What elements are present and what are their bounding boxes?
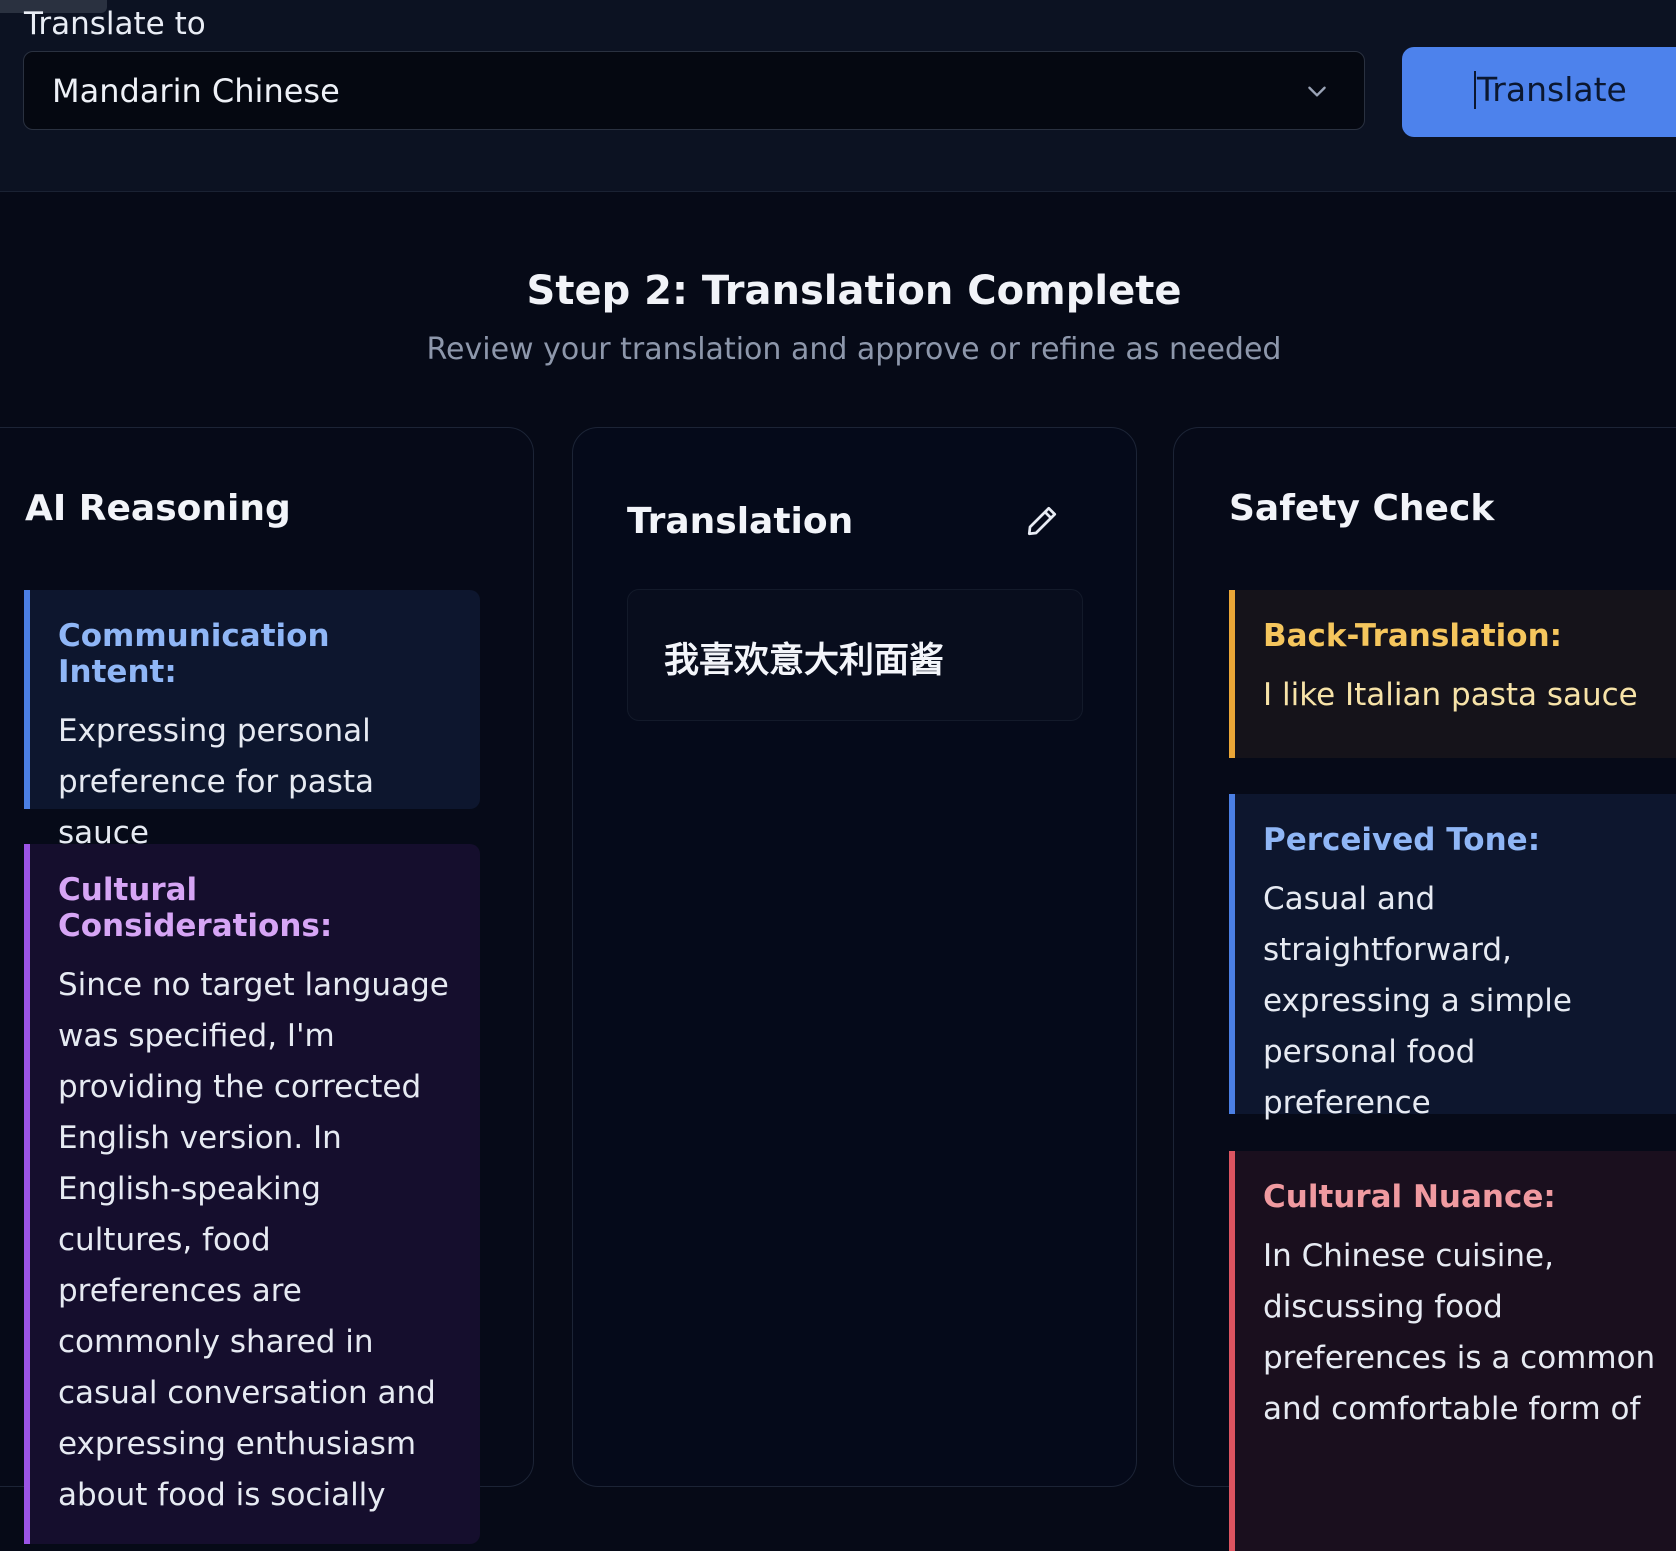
card-heading: Perceived Tone: [1263,822,1541,858]
translation-output[interactable]: 我喜欢意大利面酱 [627,589,1083,721]
card-heading: Cultural Nuance: [1263,1179,1556,1215]
target-language-select[interactable]: Mandarin Chinese [23,51,1365,130]
translation-panel: Translation 我喜欢意大利面酱 [572,427,1137,1487]
ai-reasoning-title: AI Reasoning [25,488,291,529]
card-heading: Cultural Considerations: [58,872,333,944]
card-heading: Communication Intent: [58,618,330,690]
card-body: In Chinese cuisine, discussing food pref… [1263,1238,1656,1427]
card-body: Casual and straightforward, expressing a… [1263,881,1572,1121]
ai-reasoning-panel: AI Reasoning Communication Intent: Expre… [0,427,534,1544]
selected-language: Mandarin Chinese [52,72,340,110]
cultural-considerations-card: Cultural Considerations: Since no target… [24,844,480,1544]
chevron-down-icon [1308,86,1326,97]
step-title: Step 2: Translation Complete [526,268,1182,314]
cultural-nuance-card: Cultural Nuance: In Chinese cuisine, dis… [1229,1151,1676,1551]
card-heading: Back-Translation: [1263,618,1563,654]
translate-to-label: Translate to [24,6,206,42]
pencil-icon[interactable] [1024,503,1060,539]
step-subtitle: Review your translation and approve or r… [426,332,1282,367]
translate-button[interactable]: Translate [1402,47,1676,137]
perceived-tone-card: Perceived Tone: Casual and straightforwa… [1229,794,1676,1121]
card-body: I like Italian pasta sauce [1263,677,1638,713]
card-body: Since no target language was specified, … [58,967,449,1513]
safety-check-panel: Safety Check Back-Translation: I like It… [1173,427,1676,1551]
translation-title: Translation [627,501,854,542]
back-translation-card: Back-Translation: I like Italian pasta s… [1229,590,1676,758]
card-body: Expressing personal preference for pasta… [58,713,375,851]
safety-check-title: Safety Check [1229,488,1495,529]
communication-intent-card: Communication Intent: Expressing persona… [24,590,480,851]
translated-text: 我喜欢意大利面酱 [664,641,945,681]
language-bar: Translate to Mandarin Chinese Translate [0,0,1676,192]
translate-button-label: Translate [1474,71,1627,109]
